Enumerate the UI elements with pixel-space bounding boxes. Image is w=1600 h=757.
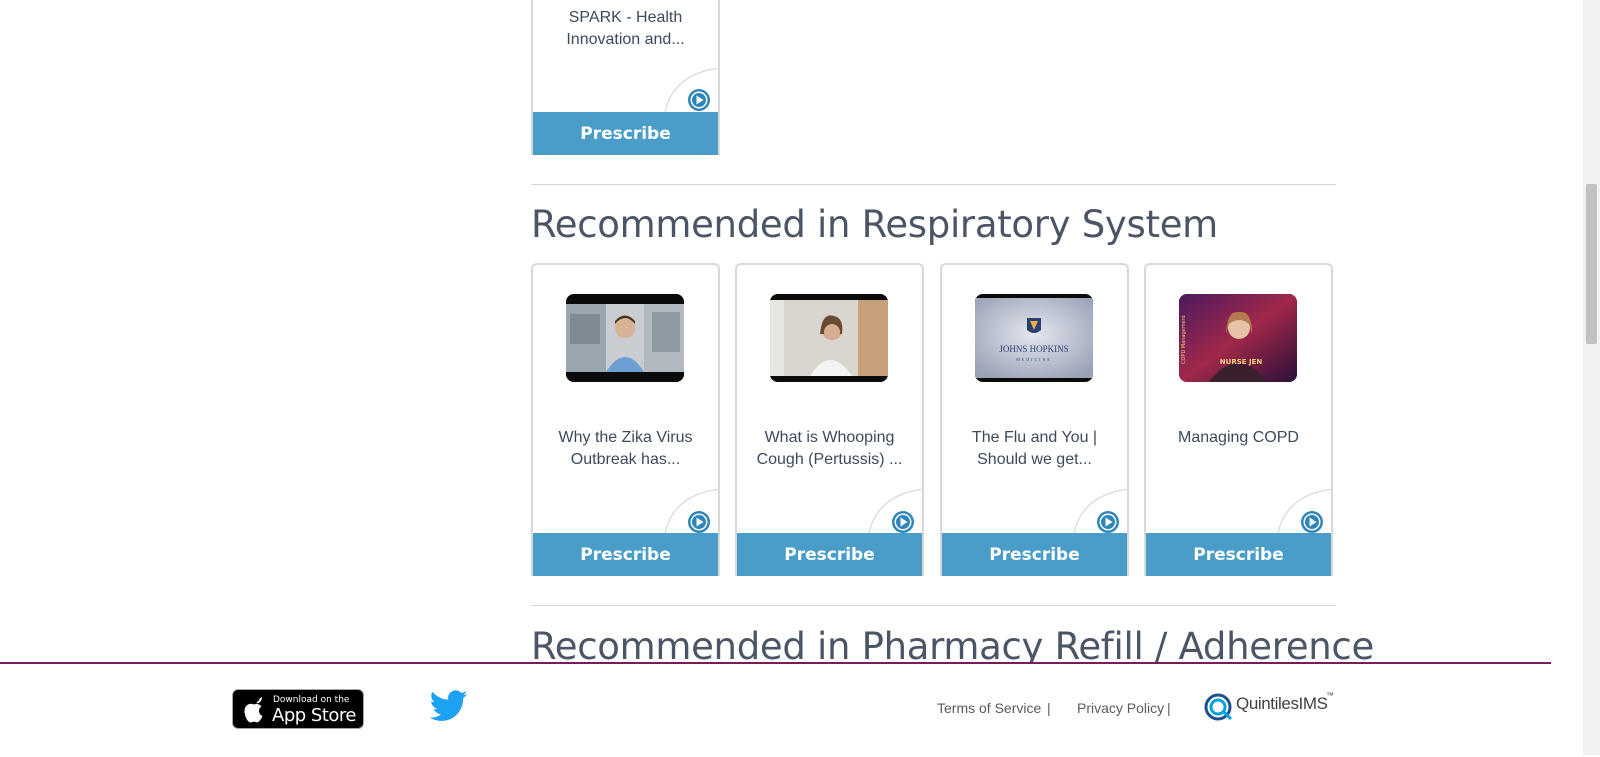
terms-of-service-link[interactable]: Terms of Service xyxy=(937,700,1041,716)
brand-name: QuintilesIMS xyxy=(1236,694,1328,713)
privacy-policy-link[interactable]: Privacy Policy xyxy=(1077,700,1164,716)
video-card-title: SPARK - Health Innovation and... xyxy=(566,9,685,47)
thumb-side-text: COPD Management xyxy=(1181,315,1187,364)
video-card-title: Why the Zika Virus Outbreak has... xyxy=(558,429,693,468)
thumb-logo-text: JOHNS HOPKINS xyxy=(999,344,1068,354)
vertical-scrollbar[interactable] xyxy=(1583,0,1600,755)
twitter-icon[interactable] xyxy=(430,690,468,722)
video-card-title: The Flu and You | Should we get... xyxy=(971,429,1098,468)
prescribe-button[interactable]: Prescribe xyxy=(942,533,1127,576)
video-card-zika[interactable]: Why the Zika Virus Outbreak has... Presc… xyxy=(531,263,720,576)
video-card-title: What is Whooping Cough (Pertussis) ... xyxy=(756,429,903,468)
video-thumbnail[interactable]: JOHNS HOPKINS MEDICINE xyxy=(975,294,1093,382)
brand-logo[interactable]: QuintilesIMS ™ xyxy=(1204,690,1344,724)
video-card-title: Managing COPD xyxy=(1178,429,1299,446)
brand-trademark: ™ xyxy=(1326,691,1334,700)
play-icon[interactable] xyxy=(1300,510,1324,534)
video-thumbnail[interactable]: NURSE JEN COPD Management xyxy=(1179,294,1297,382)
prescribe-button[interactable]: Prescribe xyxy=(533,112,718,155)
thumb-caption: NURSE JEN xyxy=(1220,358,1263,366)
section-title-respiratory: Recommended in Respiratory System xyxy=(531,203,1218,246)
prescribe-button[interactable]: Prescribe xyxy=(533,533,718,576)
video-thumbnail[interactable] xyxy=(770,294,888,382)
video-card-top[interactable]: SPARK - Health Innovation and... Prescri… xyxy=(531,0,720,155)
app-store-small-text: Download on the xyxy=(273,695,350,705)
section-divider xyxy=(531,184,1336,185)
prescribe-button[interactable]: Prescribe xyxy=(1146,533,1331,576)
separator: | xyxy=(1167,700,1171,716)
scrollbar-thumb[interactable] xyxy=(1586,184,1597,344)
video-thumbnail[interactable] xyxy=(566,294,684,382)
video-card-whooping-cough[interactable]: What is Whooping Cough (Pertussis) ... P… xyxy=(735,263,924,576)
play-icon[interactable] xyxy=(687,510,711,534)
footer: Download on the App Store Terms of Servi… xyxy=(0,662,1551,757)
play-icon[interactable] xyxy=(891,510,915,534)
section-divider xyxy=(531,605,1336,606)
thumb-logo-subtext: MEDICINE xyxy=(1016,357,1052,362)
app-store-badge[interactable]: Download on the App Store xyxy=(232,689,364,729)
play-icon[interactable] xyxy=(687,88,711,112)
app-store-big-text: App Store xyxy=(272,705,356,726)
quintiles-logo-icon xyxy=(1204,693,1233,721)
separator: | xyxy=(1047,700,1051,716)
video-card-copd[interactable]: NURSE JEN COPD Management Managing COPD … xyxy=(1144,263,1333,576)
prescribe-button[interactable]: Prescribe xyxy=(737,533,922,576)
play-icon[interactable] xyxy=(1096,510,1120,534)
video-card-flu[interactable]: JOHNS HOPKINS MEDICINE The Flu and You |… xyxy=(940,263,1129,576)
apple-icon xyxy=(244,697,263,723)
